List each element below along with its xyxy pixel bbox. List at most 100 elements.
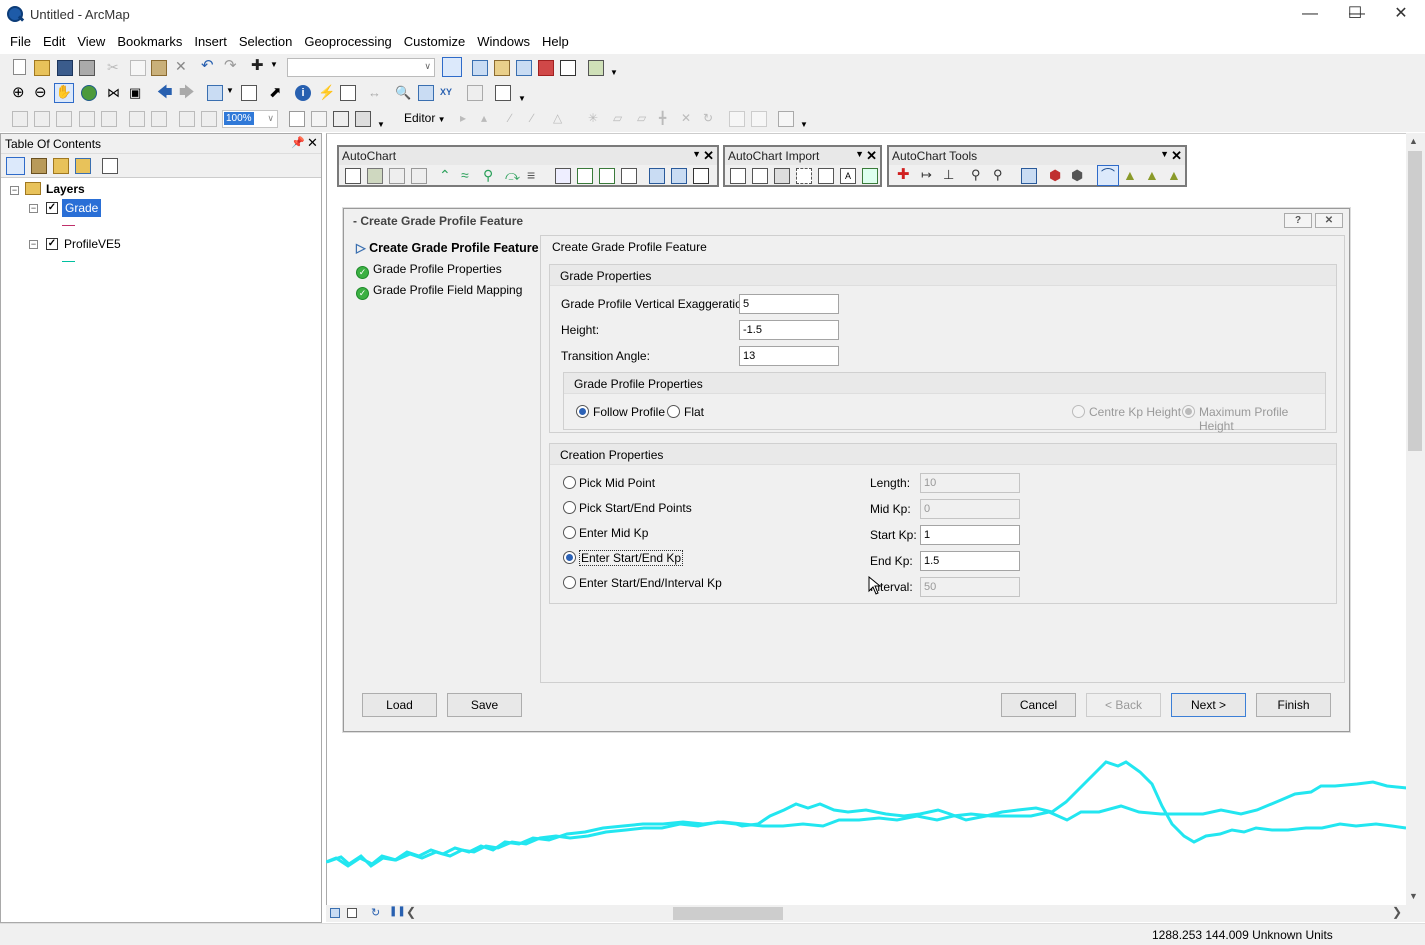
autochart-wave-icon[interactable]: ≈ xyxy=(461,168,477,184)
autochart-copy-icon[interactable] xyxy=(555,168,571,184)
profile-line-detail[interactable] xyxy=(326,760,1406,868)
horizontal-scrollbar[interactable]: ↻ ❚❚ ❮ ❯ xyxy=(326,905,1425,922)
refresh-icon[interactable]: ↻ xyxy=(371,906,380,919)
list-by-drawing-order-icon[interactable] xyxy=(6,157,25,175)
finish-button[interactable]: Finish xyxy=(1256,693,1331,717)
autochart-export2-icon[interactable] xyxy=(671,168,687,184)
end-kp-input[interactable]: 1.5 xyxy=(920,551,1020,571)
scroll-right-icon[interactable]: ❯ xyxy=(1392,905,1402,919)
autochart-lines-icon[interactable]: ≡ xyxy=(527,168,543,184)
delete-icon[interactable]: ✕ xyxy=(175,59,191,75)
import-image-icon[interactable] xyxy=(862,168,878,184)
horizontal-scroll-thumb[interactable] xyxy=(673,907,783,920)
pin-tool2-icon[interactable]: ⚲ xyxy=(993,168,1009,184)
create-features-icon[interactable] xyxy=(778,111,794,127)
import-wave-icon[interactable] xyxy=(752,168,768,184)
split-icon[interactable]: ✕ xyxy=(681,111,697,127)
list-by-selection-icon[interactable] xyxy=(75,158,91,174)
collapse-profileve5-icon[interactable]: − xyxy=(29,240,38,249)
start-kp-input[interactable]: 1 xyxy=(920,525,1020,545)
profileve5-visibility-checkbox[interactable]: ✓ xyxy=(46,238,58,250)
enter-interval-kp-label[interactable]: Enter Start/End/Interval Kp xyxy=(579,576,722,590)
sketch-properties-icon[interactable] xyxy=(751,111,767,127)
python-window-icon[interactable] xyxy=(560,60,576,76)
cancel-button[interactable]: Cancel xyxy=(1001,693,1076,717)
pan-hand-icon[interactable]: ✋ xyxy=(54,83,74,103)
straight-segment-icon[interactable]: ∕ xyxy=(509,111,525,127)
clear-selection-icon[interactable] xyxy=(241,85,257,101)
cube-red-icon[interactable]: ⬢ xyxy=(1049,168,1065,184)
layout-fixed-zoom-in-icon[interactable] xyxy=(129,111,145,127)
go-back-icon[interactable]: 🡄 xyxy=(157,85,173,101)
menu-customize[interactable]: Customize xyxy=(398,30,471,54)
paste-icon[interactable] xyxy=(151,60,167,76)
cube-icon[interactable]: ⬢ xyxy=(1071,168,1087,184)
full-extent-globe-icon[interactable] xyxy=(81,85,97,101)
layout-zoom-out-icon[interactable] xyxy=(34,111,50,127)
enter-mid-kp-label[interactable]: Enter Mid Kp xyxy=(579,526,648,540)
select-features-icon[interactable] xyxy=(207,85,223,101)
menu-help[interactable]: Help xyxy=(536,30,575,54)
import-grid-icon[interactable] xyxy=(774,168,790,184)
change-layout-icon[interactable] xyxy=(333,111,349,127)
add-data-dropdown-icon[interactable]: ▼ xyxy=(270,60,286,76)
toolbar-menu-icon[interactable]: ▼ xyxy=(855,149,864,159)
edit-vertices-icon[interactable]: ▱ xyxy=(613,111,629,127)
open-folder-icon[interactable] xyxy=(34,60,50,76)
list-by-source-icon[interactable] xyxy=(31,158,47,174)
layout-forward-icon[interactable] xyxy=(201,111,217,127)
zoom-in-icon[interactable]: ⊕ xyxy=(12,85,28,101)
profileve5-symbol[interactable] xyxy=(62,261,75,262)
hyperlink-icon[interactable]: ⚡ xyxy=(318,85,335,101)
measure-span-icon[interactable]: ↦ xyxy=(921,168,937,184)
pause-drawing-icon[interactable]: ❚❚ xyxy=(389,906,406,917)
autochart-grid2-icon[interactable] xyxy=(411,168,427,184)
point-icon[interactable]: ✳ xyxy=(588,111,604,127)
layout-zoom-combo[interactable]: 100% ∨ xyxy=(222,110,278,128)
edit-annotation-icon[interactable]: ▴ xyxy=(481,111,497,127)
nav-step-properties[interactable]: ✓ Grade Profile Properties xyxy=(356,262,502,279)
baseline-icon[interactable]: ⊥ xyxy=(943,168,959,184)
save-icon[interactable] xyxy=(57,60,73,76)
toggle-draft-mode-icon[interactable] xyxy=(289,111,305,127)
import-text-icon[interactable] xyxy=(730,168,746,184)
menu-edit[interactable]: Edit xyxy=(37,30,71,54)
maximize-button[interactable]: ☐ xyxy=(1332,0,1378,30)
measure-icon[interactable]: ↔ xyxy=(368,85,384,101)
grade-profile-tool-icon[interactable]: ⌒ xyxy=(1097,165,1119,186)
layout-fixed-zoom-out-icon[interactable] xyxy=(151,111,167,127)
arctoolbox-icon[interactable] xyxy=(538,60,554,76)
menu-geoprocessing[interactable]: Geoprocessing xyxy=(298,30,397,54)
layout-full-page-icon[interactable] xyxy=(79,111,95,127)
redo-icon[interactable]: ↷ xyxy=(224,58,240,75)
follow-profile-label[interactable]: Follow Profile xyxy=(593,405,665,419)
autochart-table-icon[interactable] xyxy=(621,168,637,184)
grade-symbol[interactable] xyxy=(62,225,75,226)
mid-kp-input[interactable]: 0 xyxy=(920,499,1020,519)
centre-kp-height-label[interactable]: Centre Kp Height xyxy=(1089,405,1181,419)
catalog-icon[interactable] xyxy=(494,60,510,76)
back-button[interactable]: < Back xyxy=(1086,693,1161,717)
time-slider-icon[interactable] xyxy=(467,85,483,101)
max-profile-height-radio[interactable] xyxy=(1182,405,1195,418)
layer-profileve5-label[interactable]: ProfileVE5 xyxy=(64,237,121,251)
interval-input[interactable]: 50 xyxy=(920,577,1020,597)
autochart-curve-icon[interactable]: ⤼ xyxy=(505,168,521,184)
search-window-icon[interactable] xyxy=(516,60,532,76)
ve-input[interactable]: 5 xyxy=(739,294,839,314)
minimize-button[interactable]: — xyxy=(1287,0,1333,30)
menu-view[interactable]: View xyxy=(71,30,111,54)
autochart-chart2-icon[interactable] xyxy=(599,168,615,184)
go-forward-icon[interactable]: 🡆 xyxy=(179,85,195,101)
menu-selection[interactable]: Selection xyxy=(233,30,298,54)
layers-copy-icon[interactable] xyxy=(1021,168,1037,184)
close-dialog-button[interactable]: ✕ xyxy=(1315,213,1343,228)
trace-icon[interactable]: △ xyxy=(553,111,569,127)
toc-options-icon[interactable] xyxy=(102,158,118,174)
centre-kp-height-radio[interactable] xyxy=(1072,405,1085,418)
close-icon[interactable]: ✕ xyxy=(866,148,877,164)
rotate-icon[interactable]: ↻ xyxy=(703,111,719,127)
layout-back-icon[interactable] xyxy=(179,111,195,127)
menu-insert[interactable]: Insert xyxy=(188,30,233,54)
map-scale-combo[interactable]: ∨ xyxy=(287,58,435,77)
